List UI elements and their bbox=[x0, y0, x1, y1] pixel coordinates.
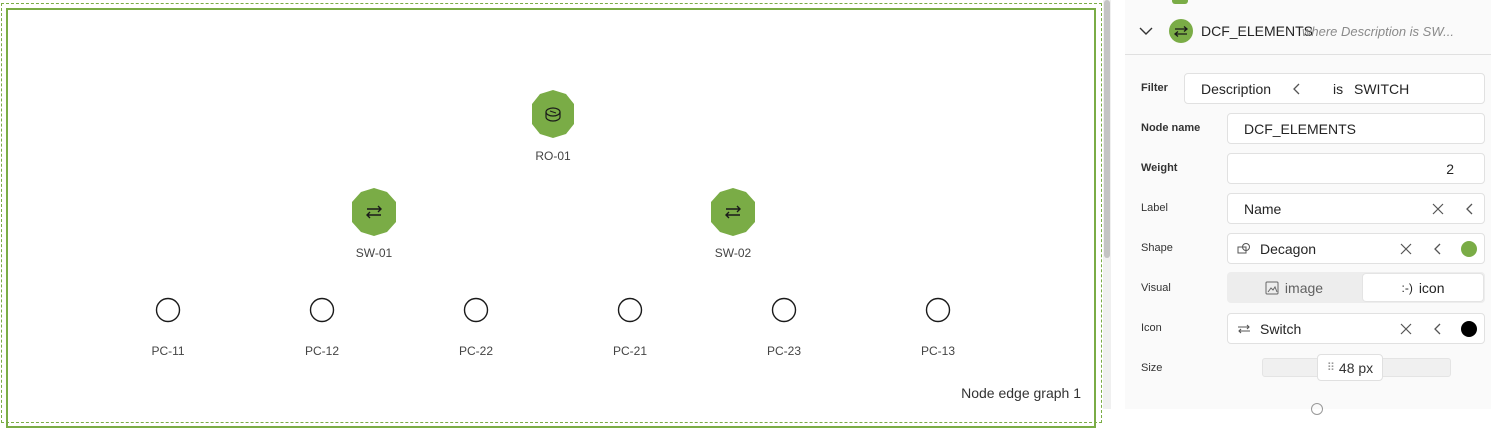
node-pc-23-shape[interactable] bbox=[771, 297, 797, 323]
node-pc-11-shape[interactable] bbox=[155, 297, 181, 323]
node-pc-21-label: PC-21 bbox=[613, 344, 647, 358]
node-name-value[interactable]: DCF_ELEMENTS bbox=[1244, 121, 1356, 137]
node-pc-22-shape[interactable] bbox=[463, 297, 489, 323]
chevron-left-icon[interactable] bbox=[1289, 81, 1305, 97]
shape-value[interactable]: Decagon bbox=[1260, 241, 1316, 257]
image-icon bbox=[1265, 281, 1279, 294]
shape-row: Shape Decagon bbox=[1125, 233, 1491, 264]
node-pc-12-label: PC-12 bbox=[305, 344, 339, 358]
panel-title: DCF_ELEMENTS bbox=[1201, 23, 1314, 39]
node-ro-01[interactable]: RO-01 bbox=[532, 90, 574, 163]
chevron-down-icon[interactable] bbox=[1139, 24, 1153, 38]
node-edge-graph[interactable]: RO-01 SW-01 SW-02 PC-11 PC-12 PC-22 PC-2… bbox=[0, 0, 1101, 409]
shape-label: Shape bbox=[1141, 242, 1173, 254]
close-icon[interactable] bbox=[1398, 241, 1414, 257]
filter-row: Filter Description is SWITCH bbox=[1125, 73, 1491, 104]
chevron-left-icon[interactable] bbox=[1462, 201, 1478, 217]
size-value: 48 px bbox=[1338, 359, 1374, 376]
node-ro-01-label: RO-01 bbox=[535, 149, 571, 163]
node-sw-02[interactable]: SW-02 bbox=[711, 188, 755, 260]
switch-icon bbox=[1236, 321, 1252, 337]
node-pc-11[interactable]: PC-11 bbox=[151, 297, 185, 359]
chevron-left-icon[interactable] bbox=[1430, 321, 1446, 337]
close-icon[interactable] bbox=[1398, 321, 1414, 337]
shape-color-swatch[interactable] bbox=[1461, 241, 1477, 257]
label-select[interactable]: Name bbox=[1227, 193, 1485, 224]
switch-node-icon bbox=[1169, 19, 1193, 43]
node-sw-02-shape[interactable] bbox=[711, 188, 755, 236]
node-pc-23-label: PC-23 bbox=[767, 344, 801, 358]
visual-image-label: image bbox=[1284, 279, 1324, 296]
panel-header[interactable]: DCF_ELEMENTS where Description is SW... bbox=[1125, 10, 1491, 55]
node-sw-02-label: SW-02 bbox=[715, 246, 752, 260]
filter-operator: is bbox=[1333, 81, 1344, 97]
filter-box[interactable]: Description is SWITCH bbox=[1184, 73, 1485, 104]
node-sw-01-label: SW-01 bbox=[356, 246, 393, 260]
node-pc-22-label: PC-22 bbox=[459, 344, 493, 358]
node-sw-01[interactable]: SW-01 bbox=[352, 188, 396, 260]
node-name-input[interactable]: DCF_ELEMENTS bbox=[1227, 113, 1485, 144]
node-pc-21-shape[interactable] bbox=[617, 297, 643, 323]
size-slider[interactable]: ⠿ 48 px bbox=[1262, 354, 1451, 381]
node-pc-12[interactable]: PC-12 bbox=[305, 297, 339, 359]
node-pc-22[interactable]: PC-22 bbox=[459, 297, 493, 359]
icon-value[interactable]: Switch bbox=[1260, 321, 1301, 337]
size-slider-thumb[interactable]: ⠿ 48 px bbox=[1317, 354, 1383, 381]
node-pc-13[interactable]: PC-13 bbox=[921, 297, 955, 359]
smiley-icon: :-) bbox=[1401, 280, 1413, 295]
properties-panel: DCF_ELEMENTS where Description is SW... … bbox=[1125, 0, 1491, 415]
size-label: Size bbox=[1141, 362, 1163, 374]
graph-title: Node edge graph 1 bbox=[961, 385, 1081, 401]
visual-toggle[interactable]: image :-) icon bbox=[1227, 272, 1485, 303]
visual-icon-option[interactable]: :-) icon bbox=[1363, 274, 1483, 301]
canvas-scrollbar[interactable] bbox=[1103, 0, 1111, 409]
visual-image-option[interactable]: image bbox=[1229, 274, 1359, 301]
icon-label: Icon bbox=[1141, 322, 1162, 334]
node-pc-23[interactable]: PC-23 bbox=[767, 297, 801, 359]
filter-field[interactable]: Description bbox=[1201, 81, 1271, 97]
label-value[interactable]: Name bbox=[1244, 201, 1281, 217]
node-pc-13-shape[interactable] bbox=[925, 297, 951, 323]
node-sw-01-shape[interactable] bbox=[352, 188, 396, 236]
close-icon[interactable] bbox=[1430, 201, 1446, 217]
previous-item-icon bbox=[1172, 0, 1188, 4]
weight-label: Weight bbox=[1141, 162, 1178, 174]
filter-value[interactable]: SWITCH bbox=[1354, 81, 1409, 97]
weight-input[interactable]: 2 bbox=[1227, 153, 1485, 184]
node-name-label: Node name bbox=[1141, 122, 1201, 134]
chevron-left-icon[interactable] bbox=[1430, 241, 1446, 257]
weight-value[interactable]: 2 bbox=[1446, 161, 1454, 177]
node-name-row: Node name DCF_ELEMENTS bbox=[1125, 113, 1491, 144]
shape-select[interactable]: Decagon bbox=[1227, 233, 1485, 264]
graph-canvas[interactable]: RO-01 SW-01 SW-02 PC-11 PC-12 PC-22 PC-2… bbox=[0, 0, 1102, 428]
node-pc-11-label: PC-11 bbox=[151, 344, 184, 358]
node-pc-13-label: PC-13 bbox=[921, 344, 955, 358]
visual-label: Visual bbox=[1141, 282, 1171, 294]
grip-icon: ⠿ bbox=[1326, 362, 1335, 374]
node-pc-12-shape[interactable] bbox=[309, 297, 335, 323]
node-pc-21[interactable]: PC-21 bbox=[613, 297, 647, 359]
icon-row: Icon Switch bbox=[1125, 313, 1491, 344]
panel-subtitle: where Description is SW... bbox=[1302, 24, 1454, 39]
icon-select[interactable]: Switch bbox=[1227, 313, 1485, 344]
shapes-icon bbox=[1236, 241, 1252, 257]
filter-label: Filter bbox=[1141, 82, 1168, 94]
node-ro-01-shape[interactable] bbox=[532, 90, 574, 138]
partial-control-icon bbox=[1311, 403, 1323, 415]
label-row: Label Name bbox=[1125, 193, 1491, 224]
visual-icon-label: icon bbox=[1418, 279, 1445, 296]
scrollbar-thumb[interactable] bbox=[1104, 0, 1110, 258]
label-label: Label bbox=[1141, 202, 1168, 214]
icon-color-swatch[interactable] bbox=[1461, 321, 1477, 337]
weight-row: Weight 2 bbox=[1125, 153, 1491, 184]
